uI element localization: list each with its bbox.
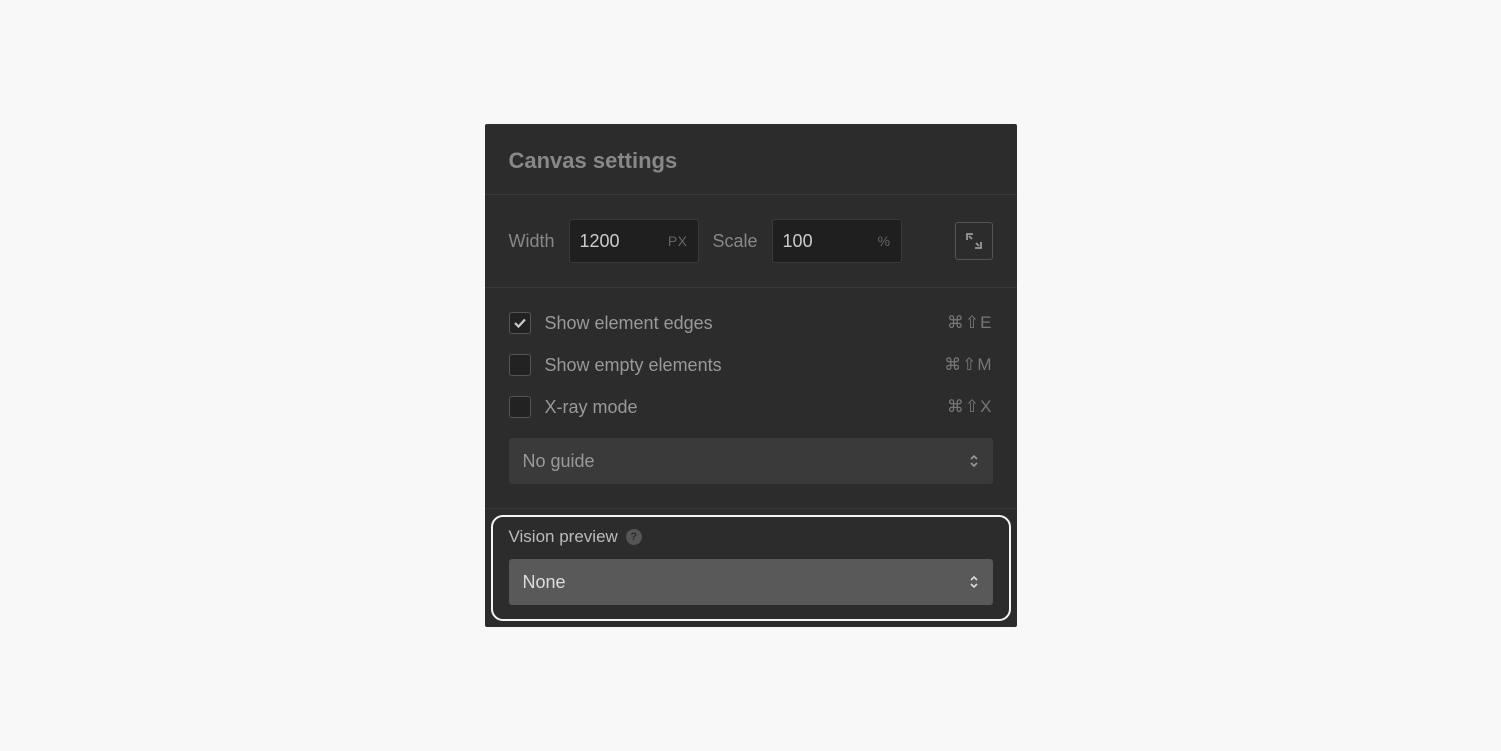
guide-select[interactable]: No guide xyxy=(509,438,993,484)
shortcut-edges: ⌘⇧E xyxy=(947,313,993,333)
shortcut-xray: ⌘⇧X xyxy=(947,397,993,417)
canvas-settings-panel: Canvas settings Width PX Scale % xyxy=(485,124,1017,627)
vision-label: Vision preview xyxy=(509,527,618,547)
checkbox-empty[interactable] xyxy=(509,354,531,376)
checkbox-edges[interactable] xyxy=(509,312,531,334)
toggle-row-edges: Show element edges ⌘⇧E xyxy=(509,312,993,334)
toggle-row-xray: X-ray mode ⌘⇧X xyxy=(509,396,993,418)
checkbox-xray[interactable] xyxy=(509,396,531,418)
shortcut-empty: ⌘⇧M xyxy=(944,355,992,375)
toggle-label-edges: Show element edges xyxy=(545,313,713,334)
width-unit: PX xyxy=(668,233,688,249)
scale-label: Scale xyxy=(713,231,758,252)
toggles-section: Show element edges ⌘⇧E Show empty elemen… xyxy=(485,288,1017,509)
chevron-updown-icon xyxy=(969,575,979,589)
scale-input[interactable] xyxy=(783,231,843,252)
width-input-wrapper: PX xyxy=(569,219,699,263)
vision-select-value: None xyxy=(523,572,566,593)
panel-header: Canvas settings xyxy=(485,124,1017,195)
guide-select-value: No guide xyxy=(523,451,595,472)
width-input[interactable] xyxy=(580,231,640,252)
expand-icon xyxy=(965,232,983,250)
vision-label-row: Vision preview ? xyxy=(509,527,993,547)
toggle-row-empty: Show empty elements ⌘⇧M xyxy=(509,354,993,376)
dimensions-row: Width PX Scale % xyxy=(509,219,993,263)
expand-button[interactable] xyxy=(955,222,993,260)
vision-preview-section: Vision preview ? None xyxy=(485,509,1017,627)
scale-input-wrapper: % xyxy=(772,219,902,263)
width-label: Width xyxy=(509,231,555,252)
toggle-label-xray: X-ray mode xyxy=(545,397,638,418)
vision-select[interactable]: None xyxy=(509,559,993,605)
help-icon[interactable]: ? xyxy=(626,529,642,545)
chevron-updown-icon xyxy=(969,454,979,468)
dimensions-section: Width PX Scale % xyxy=(485,195,1017,288)
scale-unit: % xyxy=(878,233,891,249)
panel-title: Canvas settings xyxy=(509,148,993,174)
toggle-label-empty: Show empty elements xyxy=(545,355,722,376)
